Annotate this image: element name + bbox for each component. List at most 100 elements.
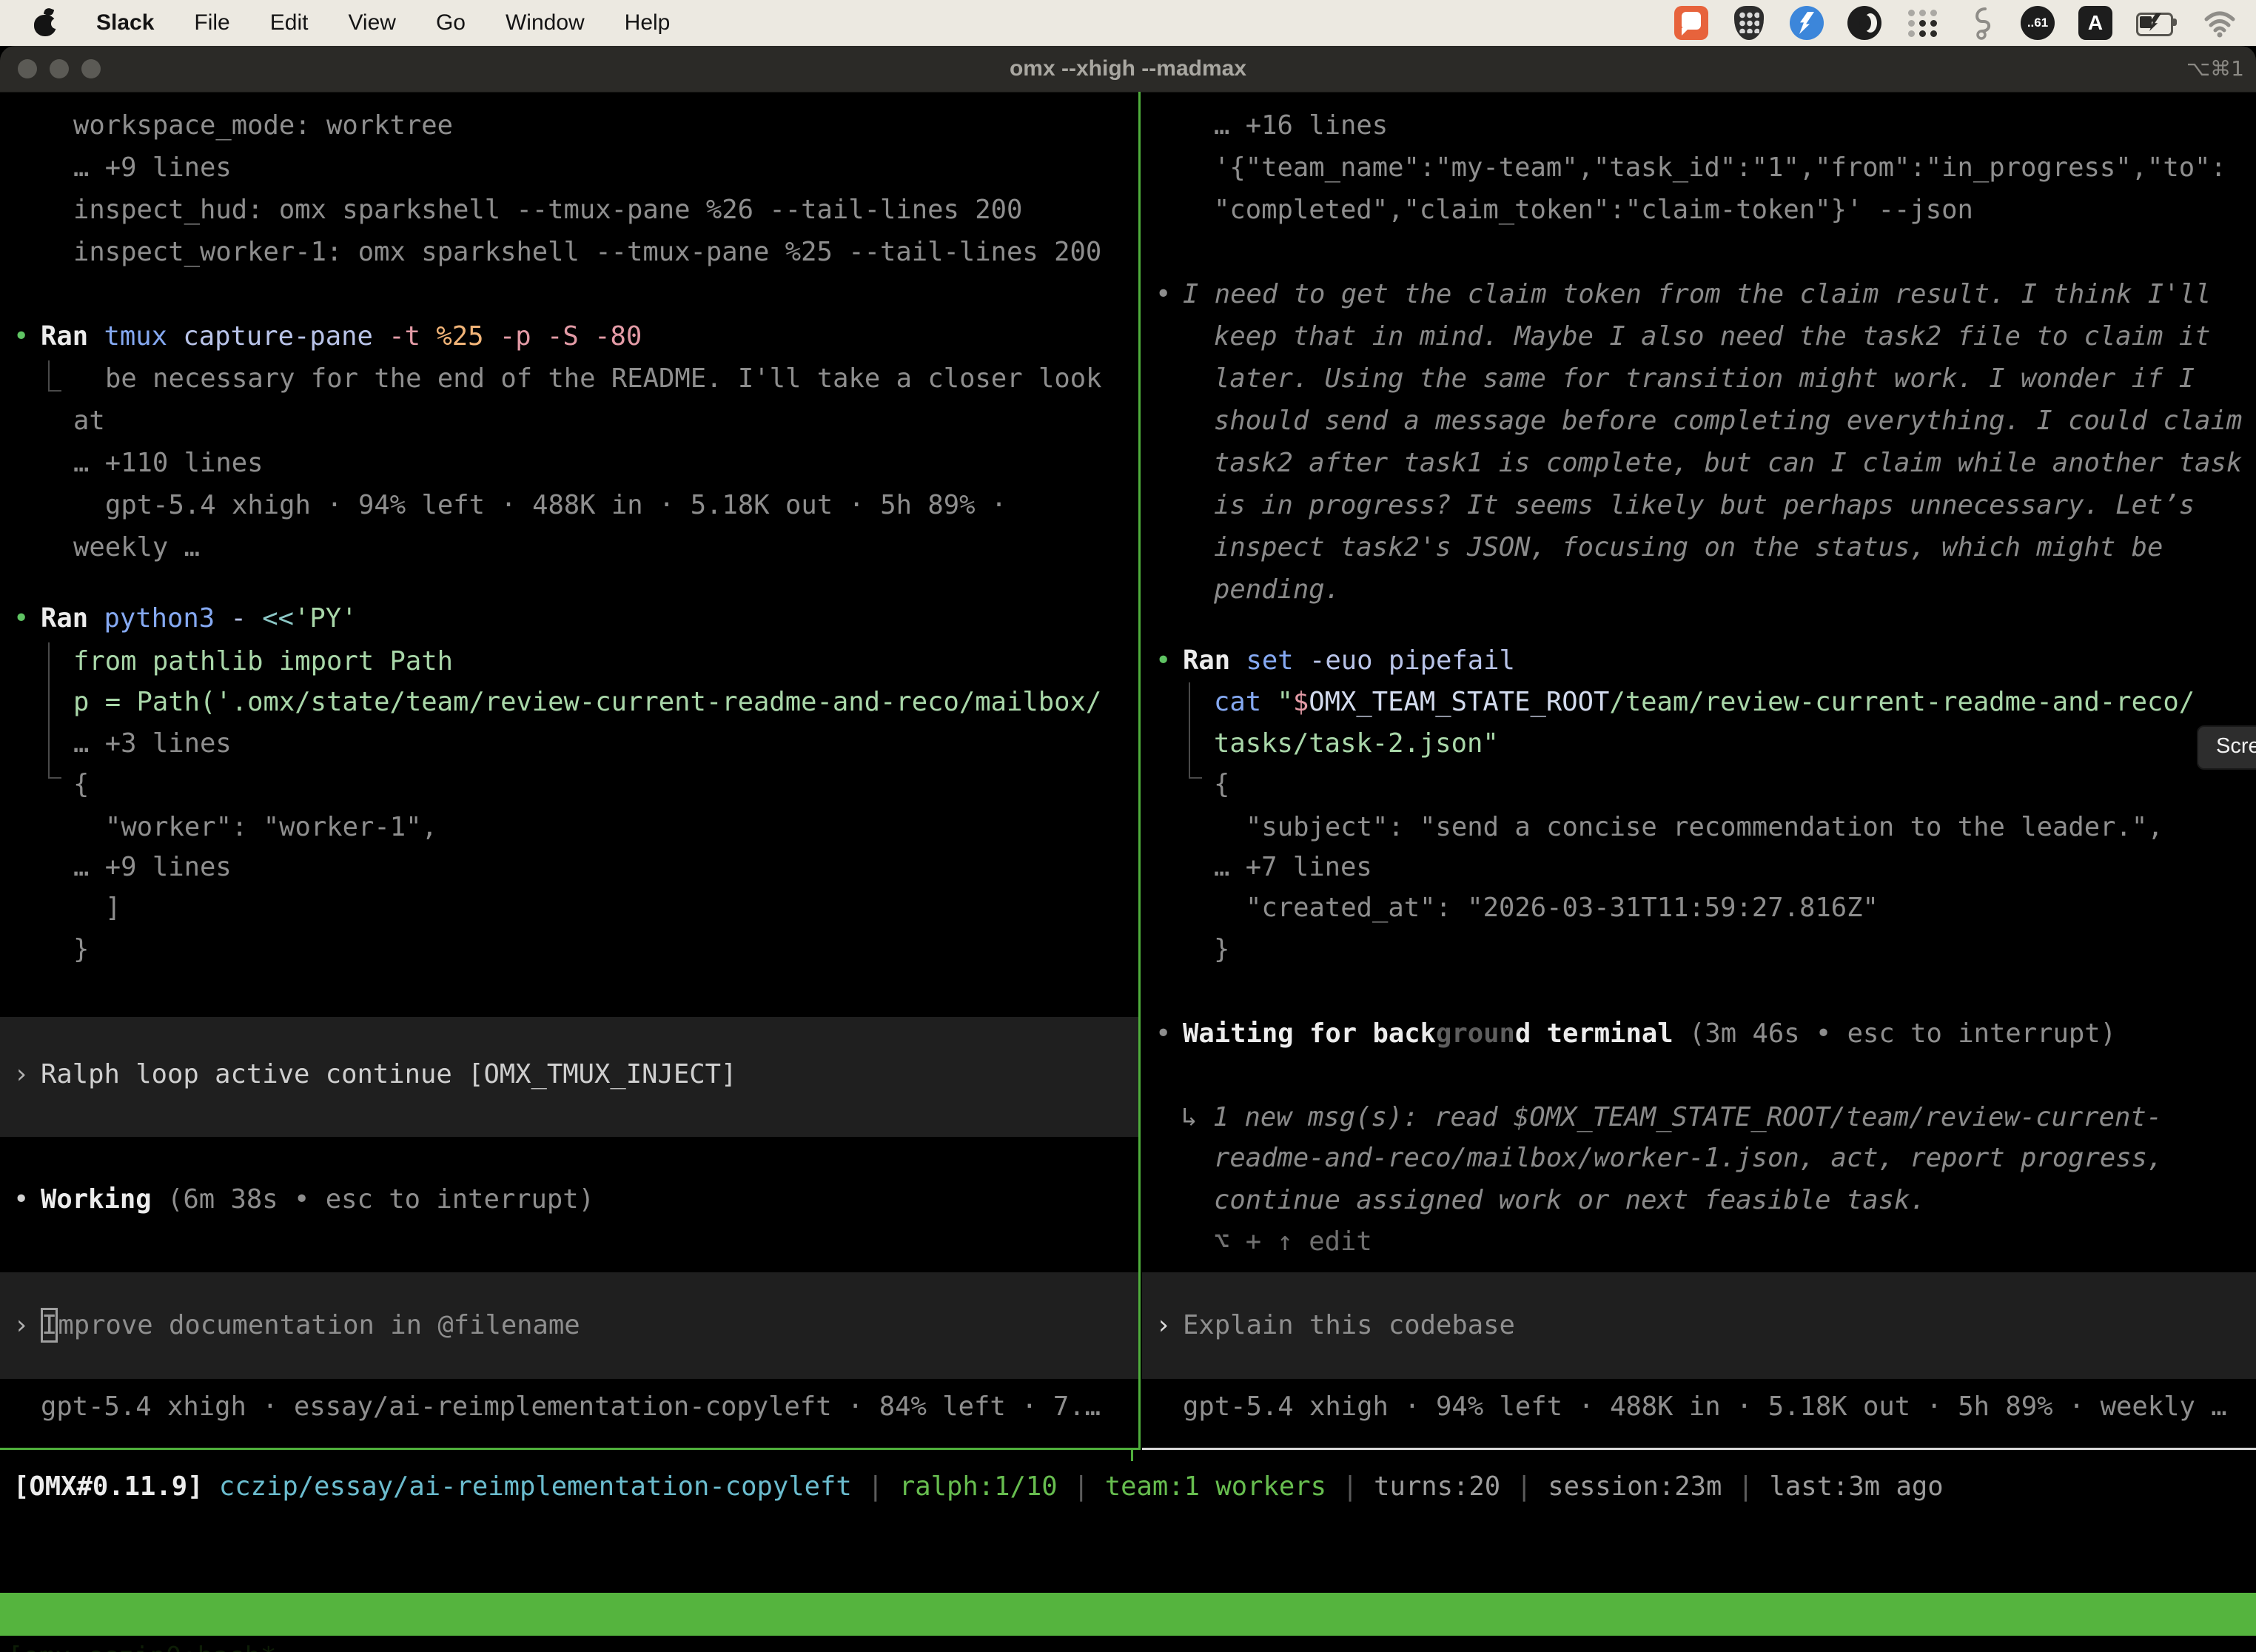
menu-item-view[interactable]: View bbox=[348, 10, 395, 36]
status-segment: session:23m bbox=[1548, 1471, 1722, 1502]
terminal-line: p = Path('.omx/state/team/review-current… bbox=[73, 683, 1101, 722]
terminal-line: at bbox=[73, 402, 105, 440]
menu-item-edit[interactable]: Edit bbox=[270, 10, 309, 36]
terminal-line: { bbox=[1214, 765, 1229, 804]
tree-connector-elbow bbox=[48, 390, 61, 392]
menu-status-icons: ..61 A bbox=[1674, 6, 2256, 40]
battery-charging-icon[interactable] bbox=[2136, 6, 2179, 40]
chat-icon[interactable] bbox=[1674, 6, 1708, 40]
status-segment: | bbox=[852, 1471, 899, 1502]
waiting-status: Waiting for background terminal (3m 46s … bbox=[1183, 1015, 2116, 1053]
apple-logo-icon[interactable] bbox=[34, 10, 56, 36]
status-segment: | bbox=[1722, 1471, 1769, 1502]
terminal-line: … +9 lines bbox=[73, 149, 232, 187]
terminal-window: omx --xhigh --madmax ⌥⌘1 workspace_mode:… bbox=[0, 46, 2256, 1652]
terminal-line: • bbox=[1155, 1015, 1171, 1053]
badge-61-icon[interactable]: ..61 bbox=[2021, 6, 2055, 40]
tmux-pane-left[interactable]: workspace_mode: worktree … +9 lines inspec… bbox=[0, 92, 1138, 1448]
window-shortcut-badge: ⌥⌘1 bbox=[2186, 46, 2244, 92]
terminal-line: keep that in mind. Maybe I also need the… bbox=[1214, 318, 2211, 356]
terminal-line: … +9 lines bbox=[73, 848, 232, 887]
model-status-line: gpt-5.4 xhigh · 94% left · 488K in · 5.1… bbox=[1183, 1388, 2227, 1426]
terminal-line: later. Using the same for transition mig… bbox=[1214, 360, 2195, 398]
terminal-line: › bbox=[13, 1306, 29, 1345]
status-segment: last:3m ago bbox=[1769, 1471, 1943, 1502]
right-pane-border bbox=[1142, 1448, 2256, 1450]
menu-item-file[interactable]: File bbox=[194, 10, 229, 36]
tmux-pane-right[interactable]: … +16 lines '{"team_name":"my-team","task… bbox=[1142, 92, 2256, 1448]
ralph-loop-status: Ralph loop active continue [OMX_TMUX_INJ… bbox=[41, 1055, 736, 1094]
terminal-line: › bbox=[1155, 1306, 1171, 1345]
terminal-line: inspect_hud: omx sparkshell --tmux-pane … bbox=[73, 191, 1022, 229]
terminal-line: • bbox=[1155, 275, 1171, 314]
terminal-line: should send a message before completing … bbox=[1214, 402, 2242, 440]
terminal-line: { bbox=[73, 765, 89, 804]
pane-divider[interactable] bbox=[1138, 92, 1141, 1450]
wifi-icon[interactable] bbox=[2203, 6, 2237, 40]
terminal-line: continue assigned work or next feasible … bbox=[1214, 1181, 1926, 1220]
dots-grid-icon[interactable] bbox=[1905, 6, 1939, 40]
edit-hint: ⌥ + ↑ edit bbox=[1214, 1223, 1372, 1261]
terminal-line: pending. bbox=[1214, 571, 1340, 609]
new-message-notice: ↳ 1 new msg(s): read $OMX_TEAM_STATE_ROO… bbox=[1181, 1098, 2162, 1137]
omx-status-line: [OMX#0.11.9] cczip/essay/ai-reimplementa… bbox=[13, 1471, 1944, 1502]
menu-item-help[interactable]: Help bbox=[625, 10, 671, 36]
terminal-line: ] bbox=[105, 889, 121, 927]
terminal-line: … +3 lines bbox=[73, 725, 232, 763]
terminal-line: inspect task2's JSON, focusing on the st… bbox=[1214, 528, 2163, 567]
screen-tooltip: Scre bbox=[2197, 725, 2256, 770]
status-segment: | bbox=[1500, 1471, 1548, 1502]
input-source-a-icon[interactable]: A bbox=[2078, 6, 2112, 40]
terminal-line: • bbox=[1155, 642, 1171, 680]
status-segment: [OMX#0.11.9] bbox=[13, 1471, 219, 1502]
dark-crescent-icon[interactable] bbox=[1847, 6, 1881, 40]
blue-badge-icon[interactable] bbox=[1790, 6, 1824, 40]
tree-connector bbox=[1189, 682, 1190, 779]
command-tmux-capture-pane: Ran tmux capture-pane -t %25 -p -S -80 bbox=[41, 318, 642, 356]
squiggle-icon[interactable] bbox=[1963, 6, 1997, 40]
tree-connector-elbow bbox=[1189, 777, 1202, 779]
command-python3-heredoc: Ran python3 - <<'PY' bbox=[41, 600, 357, 638]
menu-item-go[interactable]: Go bbox=[436, 10, 466, 36]
thinking-text: I need to get the claim token from the c… bbox=[1183, 275, 2211, 314]
terminal-line: • bbox=[13, 318, 29, 356]
terminal-line: "created_at": "2026-03-31T11:59:27.816Z" bbox=[1246, 889, 1879, 927]
prompt-placeholder: Explain this codebase bbox=[1183, 1306, 1515, 1345]
terminal-line: } bbox=[73, 930, 89, 969]
status-segment: team:1 workers bbox=[1105, 1471, 1326, 1502]
status-segment: turns:20 bbox=[1374, 1471, 1500, 1502]
terminal-line: … +110 lines bbox=[73, 444, 263, 483]
tree-connector bbox=[48, 642, 50, 779]
menu-items: File Edit View Go Window Help bbox=[194, 10, 670, 36]
menu-item-window[interactable]: Window bbox=[506, 10, 585, 36]
terminal-line: tasks/task-2.json" bbox=[1214, 725, 1499, 763]
terminal-line: workspace_mode: worktree bbox=[73, 107, 453, 145]
terminal-line: • bbox=[13, 600, 29, 638]
status-segment: cczip/essay/ai-reimplementation-copyleft bbox=[219, 1471, 852, 1502]
prompt-placeholder: Improve documentation in @filename bbox=[41, 1306, 580, 1345]
terminal-line: be necessary for the end of the README. … bbox=[105, 360, 1102, 398]
terminal-line: • bbox=[13, 1181, 29, 1219]
terminal-line: '{"team_name":"my-team","task_id":"1","f… bbox=[1214, 149, 2226, 187]
terminal-line: "worker": "worker-1", bbox=[105, 808, 437, 847]
tree-connector bbox=[48, 360, 50, 392]
shield-grid-icon[interactable] bbox=[1734, 6, 1764, 40]
left-pane-border bbox=[0, 1448, 1138, 1450]
window-title: omx --xhigh --madmax bbox=[0, 46, 2256, 92]
window-titlebar[interactable]: omx --xhigh --madmax ⌥⌘1 bbox=[0, 46, 2256, 93]
model-status-line: gpt-5.4 xhigh · essay/ai-reimplementatio… bbox=[41, 1388, 1101, 1426]
terminal-line: cat "$OMX_TEAM_STATE_ROOT/team/review-cu… bbox=[1214, 683, 2195, 722]
terminal-line: from pathlib import Path bbox=[73, 642, 453, 681]
menu-bar: Slack File Edit View Go Window Help ..61 A bbox=[0, 0, 2256, 46]
status-segment: | bbox=[1058, 1471, 1105, 1502]
tmux-session-name: [omx-cczip0:bash* bbox=[7, 1636, 276, 1652]
terminal-line: "subject": "send a concise recommendatio… bbox=[1246, 808, 2163, 847]
active-app-name[interactable]: Slack bbox=[96, 10, 154, 36]
terminal-line: › bbox=[13, 1055, 29, 1094]
terminal-line: … +7 lines bbox=[1214, 848, 1372, 887]
terminal-line: "completed","claim_token":"claim-token"}… bbox=[1214, 191, 1973, 229]
status-segment: ralph:1/10 bbox=[899, 1471, 1058, 1502]
terminal-line: … +16 lines bbox=[1214, 107, 1388, 145]
tmux-status-bar: [omx-cczip0:bash* "MacBook-Pro-44.local"… bbox=[0, 1593, 2256, 1636]
status-segment: | bbox=[1326, 1471, 1374, 1502]
